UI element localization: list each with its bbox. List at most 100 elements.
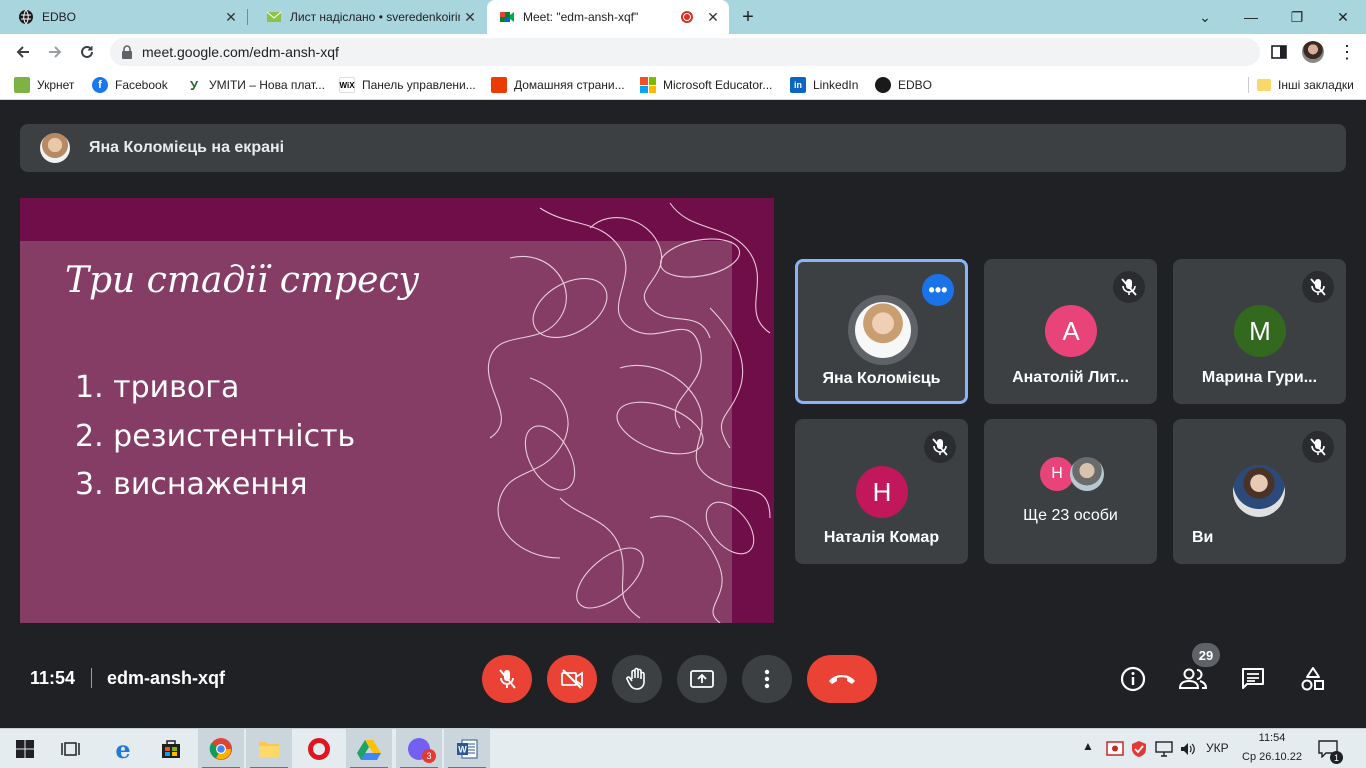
participant-tile[interactable]: Н Наталія Комар [795,419,968,564]
bookmark-umity[interactable]: У УМІТИ – Нова плат... [186,70,325,100]
more-vert-icon [764,669,770,689]
participant-name: Марина Гури... [1201,369,1318,386]
browser-menu-icon[interactable]: ⋮ [1334,34,1360,70]
bookmark-microsoft-educator[interactable]: Microsoft Educator... [640,70,772,100]
security-icon[interactable] [1106,740,1124,758]
mic-off-icon [1113,271,1145,303]
close-window-button[interactable]: ✕ [1320,0,1366,34]
presenting-banner: Яна Коломієць на екрані [20,124,1346,172]
mic-off-icon [1302,431,1334,463]
bookmark-edbo[interactable]: EDBO [875,70,932,100]
chat-button[interactable] [1235,661,1271,697]
close-tab-icon[interactable]: ✕ [221,9,241,26]
participant-tile[interactable]: М Марина Гури... [1173,259,1346,404]
other-bookmarks[interactable]: Інші закладки [1257,70,1354,100]
opera-icon [308,738,330,760]
google-drive-icon [357,739,381,760]
wix-icon: WiX [339,77,355,93]
address-bar[interactable]: meet.google.com/edm-ansh-xqf [110,38,1260,66]
bookmarks-bar: Укрнет f Facebook У УМІТИ – Нова плат... W… [0,70,1366,100]
antivirus-icon[interactable] [1130,740,1148,758]
taskbar-date[interactable]: Ср 26.10.22 [1238,751,1306,763]
tab-edbo[interactable]: EDBO ✕ [0,0,247,34]
browser-tab-strip: EDBO ✕ Лист надіслано • sveredenkoirina … [0,0,1366,34]
bookmark-office[interactable]: Домашняя страни... [491,70,625,100]
taskbar-edge[interactable]: e [100,729,146,768]
present-screen-icon [690,670,714,688]
taskbar-word[interactable]: W [444,729,490,768]
participant-initial-avatar: М [1234,305,1286,357]
notification-count-badge: 1 [1330,751,1343,764]
participant-avatar [848,295,918,365]
raise-hand-button[interactable] [612,655,662,703]
windows-logo-icon [16,740,34,758]
windows-taskbar: e 3 W ▲ УКР 11:54 Ср 26.10.22 1 [0,728,1366,768]
participant-tile[interactable]: ••• Яна Коломієць [795,259,968,404]
reload-icon[interactable] [72,34,102,70]
folder-icon [259,742,279,757]
bookmark-label: Домашняя страни... [514,78,625,92]
lock-icon [122,45,132,59]
slide-title: Три стадії стресу [65,260,420,301]
taskbar-opera[interactable] [296,729,342,768]
taskbar-store[interactable] [148,729,194,768]
microsoft-icon [640,77,656,93]
slide-list-item: 1. тривога [75,370,240,405]
windows-start-button[interactable] [2,729,48,768]
taskbar-clock[interactable]: 11:54 [1240,732,1304,744]
language-indicator[interactable]: УКР [1206,741,1229,755]
self-tile[interactable]: Ви [1173,419,1346,564]
profile-avatar[interactable] [1300,34,1326,70]
chevron-down-icon[interactable]: ⌄ [1182,0,1228,34]
restore-button[interactable]: ❐ [1274,0,1320,34]
url-text: meet.google.com/edm-ansh-xqf [142,44,339,60]
more-options-button[interactable]: ••• [922,274,954,306]
back-icon[interactable] [8,34,38,70]
new-tab-button[interactable]: + [733,0,763,34]
tab-title: Meet: "edm-ansh-xqf" [523,10,639,24]
slide-list-item: 3. виснаження [75,467,308,502]
task-view-button[interactable] [48,729,94,768]
more-participants-tile[interactable]: Н Ще 23 особи [984,419,1157,564]
camera-toggle-button[interactable] [547,655,597,703]
forward-icon[interactable] [40,34,70,70]
volume-icon[interactable] [1180,741,1196,757]
linkedin-icon: in [790,77,806,93]
activities-button[interactable] [1295,661,1331,697]
microphone-toggle-button[interactable] [482,655,532,703]
avatar-initial: Н [872,476,892,507]
tab-meet[interactable]: Meet: "edm-ansh-xqf" ✕ [487,0,729,34]
participant-initial-avatar: А [1045,305,1097,357]
close-tab-icon[interactable]: ✕ [703,9,723,26]
slide-list-item: 2. резистентність [75,419,356,454]
participant-tile[interactable]: А Анатолій Лит... [984,259,1157,404]
tab-mail[interactable]: Лист надіслано • sveredenkoirina ✕ [248,0,486,34]
bookmark-linkedin[interactable]: in LinkedIn [790,70,858,100]
google-meet-icon [500,12,514,22]
close-tab-icon[interactable]: ✕ [460,9,480,26]
participant-photo-avatar [1070,457,1104,491]
present-screen-button[interactable] [677,655,727,703]
hand-icon [626,667,645,690]
participant-name: Ви [1192,529,1214,546]
bookmark-wix[interactable]: WiX Панель управлени... [339,70,476,100]
bookmark-ukrnet[interactable]: Укрнет [14,70,74,100]
leave-call-button[interactable] [807,655,877,703]
facebook-icon: f [92,77,108,93]
side-panel-icon[interactable] [1266,34,1292,70]
presenter-avatar [40,133,70,163]
bookmark-label: Панель управлени... [362,78,476,92]
meeting-details-button[interactable] [1115,661,1151,697]
bookmark-facebook[interactable]: f Facebook [92,70,168,100]
network-icon[interactable] [1155,741,1173,757]
more-options-button[interactable] [742,655,792,703]
taskbar-file-explorer[interactable] [246,729,292,768]
mic-off-icon [499,669,516,689]
chat-icon [1242,668,1264,689]
minimize-button[interactable]: — [1228,0,1274,34]
taskbar-google-drive[interactable] [346,729,392,768]
bottom-divider [91,668,92,688]
taskbar-chrome[interactable] [198,729,244,768]
taskbar-viber[interactable]: 3 [396,729,442,768]
show-hidden-icons-button[interactable]: ▲ [1082,739,1094,753]
